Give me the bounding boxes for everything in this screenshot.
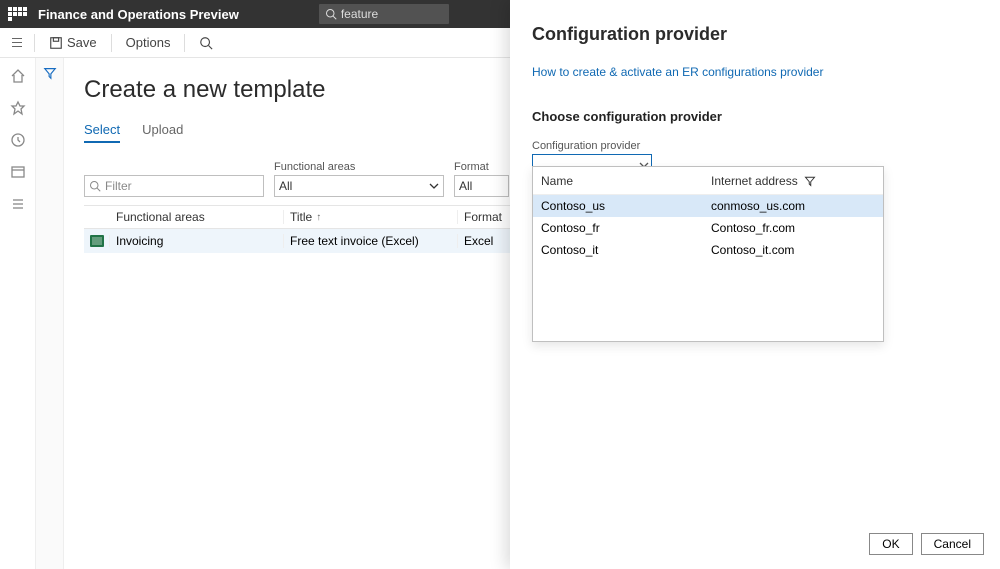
list-item[interactable]: Contoso_it Contoso_it.com (533, 239, 883, 261)
col-internet-address[interactable]: Internet address (707, 174, 883, 188)
left-nav-rail (0, 58, 36, 569)
save-button[interactable]: Save (43, 31, 103, 54)
ok-button[interactable]: OK (869, 533, 912, 555)
row-title: Free text invoice (Excel) (284, 234, 458, 248)
home-icon[interactable] (10, 68, 26, 84)
app-title: Finance and Operations Preview (38, 7, 239, 22)
nav-toggle-icon[interactable] (8, 34, 26, 51)
app-launcher-icon[interactable] (8, 7, 28, 21)
col-name[interactable]: Name (533, 174, 707, 188)
functional-areas-value: All (279, 179, 292, 193)
row-areas: Invoicing (110, 234, 284, 248)
save-icon (49, 36, 63, 50)
filter-pane-toggle[interactable] (36, 58, 64, 569)
separator (111, 34, 112, 52)
excel-icon (90, 235, 104, 247)
row-format: Excel (458, 234, 513, 248)
funnel-icon (43, 66, 57, 80)
panel-heading: Configuration provider (532, 24, 978, 45)
format-value: All (459, 179, 472, 193)
separator (184, 34, 185, 52)
tab-select[interactable]: Select (84, 122, 120, 143)
tab-upload[interactable]: Upload (142, 122, 183, 143)
format-select[interactable]: All (454, 175, 509, 197)
cancel-button[interactable]: Cancel (921, 533, 984, 555)
panel-footer: OK Cancel (869, 533, 984, 555)
filter-placeholder: Filter (101, 179, 259, 193)
options-button[interactable]: Options (120, 31, 177, 54)
list-item[interactable]: Contoso_fr Contoso_fr.com (533, 217, 883, 239)
global-search-input[interactable]: feature (319, 4, 449, 24)
modules-icon[interactable] (10, 196, 26, 212)
help-link[interactable]: How to create & activate an ER configura… (532, 65, 823, 79)
dropdown-header: Name Internet address (533, 167, 883, 195)
search-icon (199, 36, 213, 50)
list-item[interactable]: Contoso_us conmoso_us.com (533, 195, 883, 217)
recent-icon[interactable] (10, 132, 26, 148)
search-icon (89, 180, 101, 192)
functional-areas-label: Functional areas (274, 161, 444, 173)
options-label: Options (126, 35, 171, 50)
combo-label: Configuration provider (532, 140, 978, 152)
funnel-icon (804, 175, 816, 187)
configuration-provider-panel: Configuration provider How to create & a… (510, 0, 1000, 569)
chevron-down-icon (429, 181, 439, 191)
col-format[interactable]: Format (458, 210, 513, 224)
separator (34, 34, 35, 52)
format-label: Format (454, 161, 509, 173)
col-title[interactable]: Title ↑ (284, 210, 458, 224)
col-functional-areas[interactable]: Functional areas (110, 210, 284, 224)
workspaces-icon[interactable] (10, 164, 26, 180)
choose-provider-label: Choose configuration provider (532, 109, 978, 124)
sort-asc-icon: ↑ (316, 212, 321, 223)
global-search-text: feature (341, 7, 378, 21)
search-icon (325, 8, 337, 20)
functional-areas-select[interactable]: All (274, 175, 444, 197)
save-label: Save (67, 35, 97, 50)
favorites-icon[interactable] (10, 100, 26, 116)
filter-input[interactable]: Filter (84, 175, 264, 197)
page-search-button[interactable] (193, 32, 219, 54)
provider-dropdown: Name Internet address Contoso_us conmoso… (532, 166, 884, 342)
